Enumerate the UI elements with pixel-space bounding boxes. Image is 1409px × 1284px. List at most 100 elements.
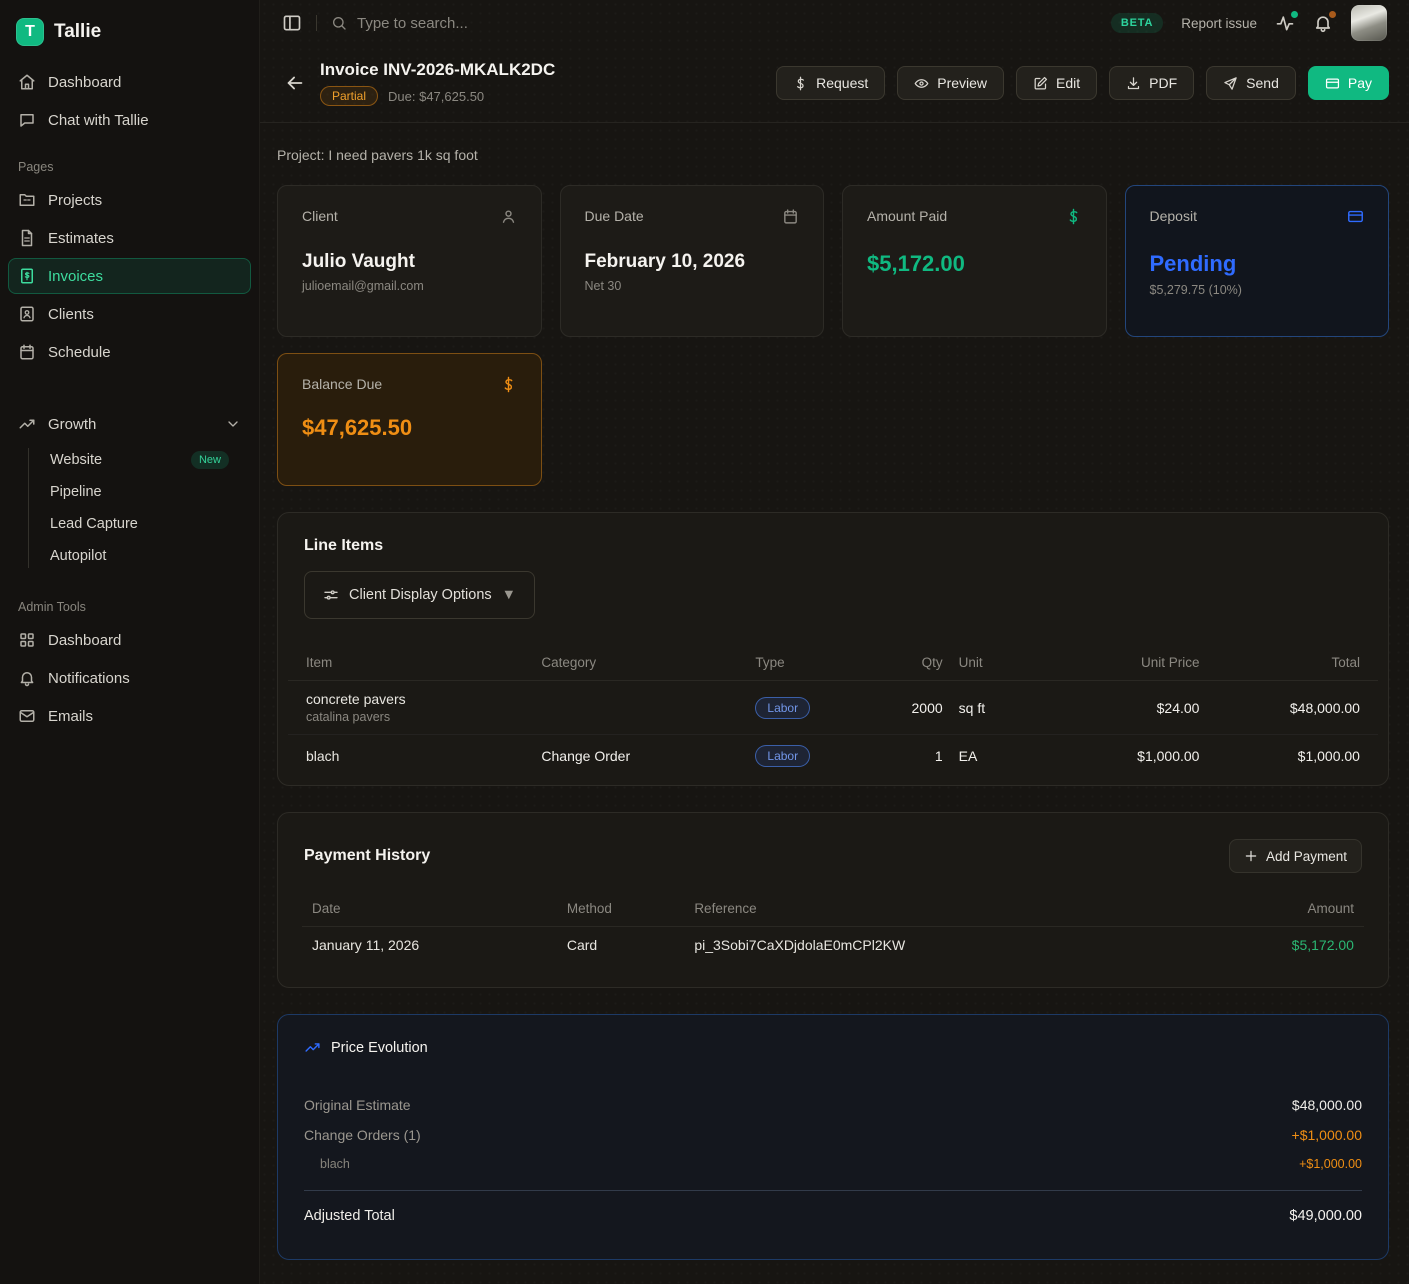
- col-unit-price: Unit Price: [1058, 645, 1208, 680]
- item-total: $48,000.00: [1207, 690, 1368, 726]
- request-button-label: Request: [816, 75, 868, 91]
- sidebar-item-label: Clients: [48, 306, 94, 323]
- original-estimate-value: $48,000.00: [1292, 1097, 1362, 1113]
- balance-due-value: $47,625.50: [302, 415, 517, 441]
- col-unit: Unit: [951, 645, 1058, 680]
- price-evolution-section: Price Evolution Original Estimate $48,00…: [277, 1014, 1389, 1260]
- amount-paid-value: $5,172.00: [867, 251, 1082, 277]
- credit-card-icon: [1347, 208, 1364, 225]
- app-logo[interactable]: T Tallie: [8, 14, 251, 64]
- col-total: Total: [1207, 645, 1368, 680]
- table-row[interactable]: concrete pavers catalina pavers Labor 20…: [288, 681, 1378, 735]
- page-title: Invoice INV-2026-MKALK2DC: [320, 60, 555, 80]
- preview-button[interactable]: Preview: [897, 66, 1004, 100]
- col-date: Date: [302, 891, 557, 926]
- user-avatar[interactable]: [1351, 5, 1387, 41]
- type-badge: Labor: [755, 697, 810, 719]
- client-card: Client Julio Vaught julioemail@gmail.com: [277, 185, 542, 337]
- sidebar-item-growth[interactable]: Growth: [8, 406, 251, 442]
- sidebar-item-label: Emails: [48, 708, 93, 725]
- sidebar-item-invoices[interactable]: Invoices: [8, 258, 251, 294]
- growth-subitems: Website New Pipeline Lead Capture Autopi…: [28, 444, 251, 572]
- sidebar-item-admin-dashboard[interactable]: Dashboard: [8, 622, 251, 658]
- tallie-logo-icon: T: [16, 18, 44, 46]
- deposit-card-label: Deposit: [1150, 208, 1197, 224]
- col-qty: Qty: [886, 645, 950, 680]
- edit-button-label: Edit: [1056, 75, 1080, 91]
- deposit-card: Deposit Pending $5,279.75 (10%): [1125, 185, 1390, 337]
- amount-paid-card-label: Amount Paid: [867, 208, 947, 224]
- activity-status-dot: [1291, 11, 1298, 18]
- add-payment-button[interactable]: Add Payment: [1229, 839, 1362, 873]
- send-icon: [1223, 76, 1238, 91]
- preview-button-label: Preview: [937, 75, 987, 91]
- sidebar-item-estimates[interactable]: Estimates: [8, 220, 251, 256]
- payment-terms: Net 30: [585, 279, 800, 293]
- sidebar-item-schedule[interactable]: Schedule: [8, 334, 251, 370]
- deposit-detail: $5,279.75 (10%): [1150, 283, 1365, 297]
- adjusted-total-label: Adjusted Total: [304, 1208, 395, 1224]
- client-display-options-label: Client Display Options: [349, 587, 492, 603]
- topbar: BETA Report issue: [260, 0, 1409, 46]
- deposit-status: Pending: [1150, 251, 1365, 277]
- col-amount: Amount: [1194, 891, 1364, 926]
- payment-header-row: Date Method Reference Amount: [302, 891, 1364, 927]
- table-row[interactable]: January 11, 2026 Card pi_3Sobi7CaXDjdola…: [302, 927, 1364, 963]
- divider: [304, 1190, 1362, 1191]
- due-amount-text: Due: $47,625.50: [388, 89, 484, 104]
- pdf-button-label: PDF: [1149, 75, 1177, 91]
- search-bar[interactable]: [331, 15, 1097, 32]
- sidebar-item-projects[interactable]: Projects: [8, 182, 251, 218]
- adjusted-total-row: Adjusted Total $49,000.00: [304, 1201, 1362, 1231]
- change-orders-row: Change Orders (1) +$1,000.00: [304, 1120, 1362, 1150]
- back-arrow-icon[interactable]: [284, 72, 306, 94]
- request-button[interactable]: Request: [776, 66, 885, 100]
- plus-icon: [1244, 849, 1258, 863]
- item-note: catalina pavers: [306, 710, 525, 724]
- table-row[interactable]: blach Change Order Labor 1 EA $1,000.00 …: [288, 735, 1378, 777]
- topbar-right: BETA Report issue: [1111, 5, 1387, 41]
- item-unit: EA: [951, 738, 1058, 774]
- sidebar-item-label: Schedule: [48, 344, 111, 361]
- pdf-button[interactable]: PDF: [1109, 66, 1194, 100]
- edit-button[interactable]: Edit: [1016, 66, 1097, 100]
- client-display-options-button[interactable]: Client Display Options ▼: [304, 571, 535, 619]
- sidebar-item-notifications[interactable]: Notifications: [8, 660, 251, 696]
- credit-card-icon: [1325, 76, 1340, 91]
- send-button[interactable]: Send: [1206, 66, 1296, 100]
- sidebar-item-label: Invoices: [48, 268, 103, 285]
- sidebar-item-label: Dashboard: [48, 74, 121, 91]
- invoice-header: Invoice INV-2026-MKALK2DC Partial Due: $…: [260, 46, 1409, 123]
- sidebar-item-website[interactable]: Website New: [42, 444, 251, 476]
- invoice-actions: Request Preview Edit: [776, 66, 1389, 100]
- balance-due-card-label: Balance Due: [302, 376, 382, 392]
- sidebar-item-emails[interactable]: Emails: [8, 698, 251, 734]
- dollar-icon: [500, 376, 517, 393]
- item-unit: sq ft: [951, 690, 1058, 726]
- notification-bell-icon[interactable]: [1313, 13, 1333, 33]
- sidebar-item-label: Autopilot: [50, 548, 106, 564]
- sidebar-item-pipeline[interactable]: Pipeline: [42, 476, 251, 508]
- report-issue-link[interactable]: Report issue: [1181, 16, 1257, 31]
- sidebar: T Tallie Dashboard Chat with Tallie Page…: [0, 0, 260, 1284]
- sidebar-item-lead-capture[interactable]: Lead Capture: [42, 508, 251, 540]
- sidebar-item-dashboard[interactable]: Dashboard: [8, 64, 251, 100]
- trending-up-icon: [18, 415, 36, 433]
- dollar-icon: [793, 76, 808, 91]
- sidebar-item-autopilot[interactable]: Autopilot: [42, 540, 251, 572]
- search-input[interactable]: [357, 15, 657, 32]
- sidebar-toggle-icon[interactable]: [282, 13, 302, 33]
- item-qty: 1: [886, 738, 950, 774]
- payment-method: Card: [557, 927, 684, 963]
- price-evolution-rows: Original Estimate $48,000.00 Change Orde…: [304, 1090, 1362, 1231]
- pay-button[interactable]: Pay: [1308, 66, 1389, 100]
- sidebar-item-chat-with-tallie[interactable]: Chat with Tallie: [8, 102, 251, 138]
- activity-icon[interactable]: [1275, 13, 1295, 33]
- due-date-value: February 10, 2026: [585, 251, 800, 273]
- sidebar-section-pages: Pages: [8, 140, 251, 182]
- line-items-table: Item Category Type Qty Unit Unit Price T…: [288, 645, 1378, 785]
- balance-row: Balance Due $47,625.50: [277, 353, 1389, 486]
- calendar-icon: [782, 208, 799, 225]
- sidebar-item-clients[interactable]: Clients: [8, 296, 251, 332]
- notification-dot: [1329, 11, 1336, 18]
